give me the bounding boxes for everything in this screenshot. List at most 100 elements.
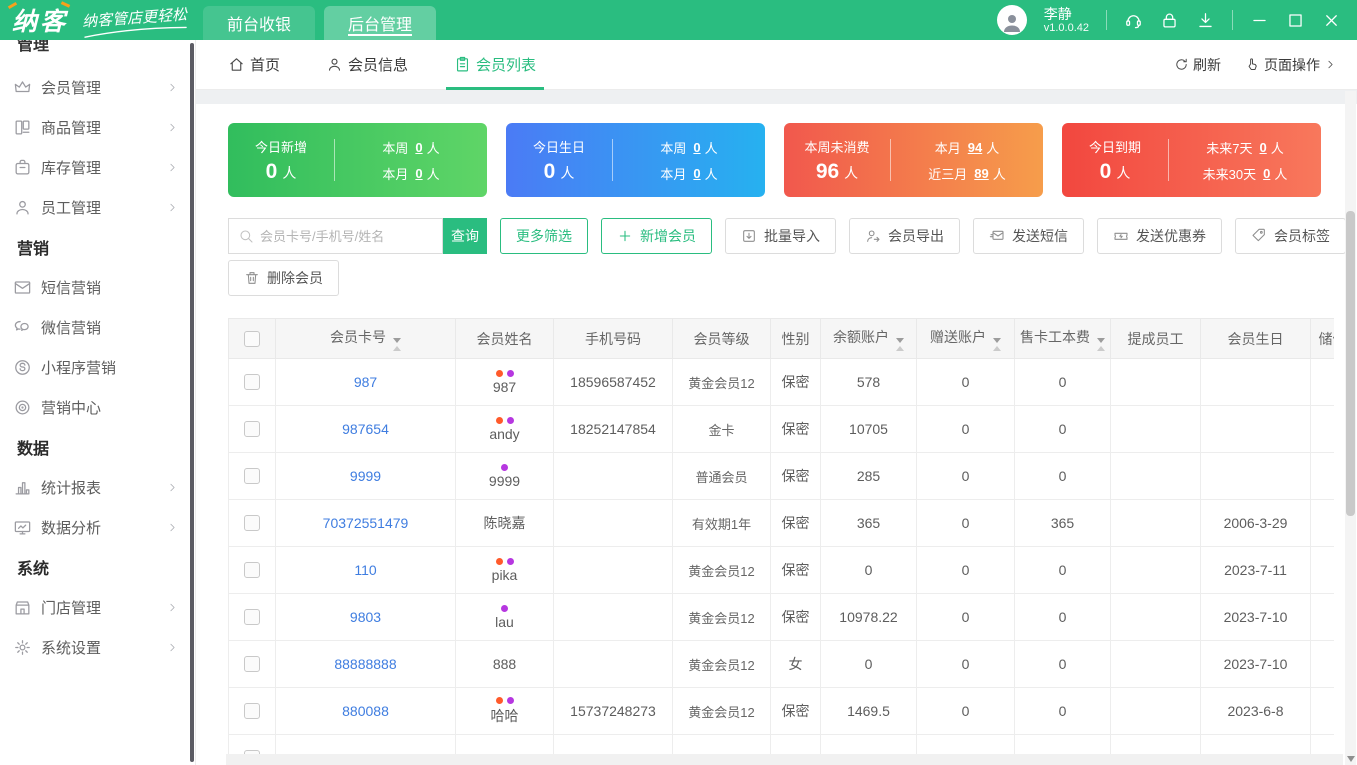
member-card-link[interactable]: 9999 bbox=[350, 468, 381, 484]
sidebar-item-marketing-center[interactable]: 营销中心 bbox=[0, 387, 195, 427]
member-badge-dots bbox=[457, 369, 553, 377]
column-header-card_no: 会员卡号 bbox=[275, 318, 456, 359]
sidebar-item-member-management[interactable]: 会员管理 bbox=[0, 67, 195, 107]
card-stat-link[interactable]: 0 bbox=[693, 140, 700, 155]
minimize-icon bbox=[1253, 19, 1266, 21]
row-checkbox[interactable] bbox=[244, 421, 260, 437]
sidebar-item-label: 短信营销 bbox=[41, 279, 102, 297]
query-button[interactable]: 查询 bbox=[443, 218, 487, 254]
cell-balance: 10978.22 bbox=[820, 593, 917, 641]
column-label: 手机号码 bbox=[585, 330, 641, 347]
user-info[interactable]: 李静 v1.0.0.42 bbox=[1044, 6, 1089, 35]
header-tab-back-management[interactable]: 后台管理 bbox=[324, 6, 437, 40]
member-card-link[interactable]: 880088 bbox=[342, 703, 389, 719]
refresh-button[interactable]: 刷新 bbox=[1174, 55, 1221, 75]
batch-import-button[interactable]: 批量导入 bbox=[725, 218, 836, 254]
envelope-lines-icon bbox=[989, 230, 1004, 240]
sidebar-item-product-management[interactable]: 商品管理 bbox=[0, 107, 195, 147]
row-checkbox[interactable] bbox=[244, 656, 260, 672]
send-coupon-button[interactable]: 发送优惠券 bbox=[1097, 218, 1222, 254]
sort-icon[interactable] bbox=[1097, 337, 1105, 351]
member-card-link[interactable]: 9803 bbox=[350, 609, 381, 625]
card-stat-link[interactable]: 0 bbox=[415, 140, 422, 155]
sidebar-item-system-settings[interactable]: 系统设置 bbox=[0, 627, 195, 667]
card-stat-link[interactable]: 0 bbox=[1259, 140, 1266, 155]
card-stat-row: 本月 0 人 bbox=[382, 165, 440, 182]
sidebar-item-label: 小程序营销 bbox=[41, 359, 117, 377]
cell-gift: 0 bbox=[916, 358, 1015, 406]
cell-extra bbox=[1310, 499, 1334, 547]
sidebar-item-data-analysis[interactable]: 数据分析 bbox=[0, 507, 195, 547]
chevron-right-icon bbox=[170, 483, 175, 491]
delete-member-button[interactable]: 删除会员 bbox=[228, 260, 339, 296]
member-card-link[interactable]: 987 bbox=[354, 374, 377, 390]
sidebar-item-miniprogram-marketing[interactable]: 小程序营销 bbox=[0, 347, 195, 387]
more-filter-button[interactable]: 更多筛选 bbox=[500, 218, 588, 254]
vertical-scrollbar-track[interactable] bbox=[1345, 91, 1356, 765]
sidebar-item-store-management[interactable]: 门店管理 bbox=[0, 587, 195, 627]
cell-checkbox bbox=[228, 687, 276, 735]
headset-button[interactable] bbox=[1124, 11, 1143, 30]
sort-icon[interactable] bbox=[993, 337, 1001, 351]
column-header-name: 会员姓名 bbox=[455, 318, 554, 359]
minimize-button[interactable] bbox=[1250, 11, 1269, 30]
card-stat-link[interactable]: 0 bbox=[415, 166, 422, 181]
horizontal-scrollbar[interactable] bbox=[226, 754, 1343, 765]
cell-card_no: 987 bbox=[275, 358, 456, 406]
tab-member-list[interactable]: 会员列表 bbox=[446, 40, 545, 90]
card-stat-link[interactable]: 89 bbox=[974, 166, 988, 181]
sidebar-partial-label: 管理 bbox=[17, 40, 50, 53]
sidebar-item-statistics-report[interactable]: 统计报表 bbox=[0, 467, 195, 507]
member-card-link[interactable]: 987654 bbox=[342, 421, 389, 437]
maximize-button[interactable] bbox=[1286, 11, 1305, 30]
cell-level: 有效期1年 bbox=[672, 499, 771, 547]
row-checkbox[interactable] bbox=[244, 468, 260, 484]
member-card-link[interactable]: 110 bbox=[354, 562, 376, 578]
sidebar-item-inventory-management[interactable]: 库存管理 bbox=[0, 147, 195, 187]
member-export-button[interactable]: 会员导出 bbox=[849, 218, 960, 254]
add-member-button[interactable]: 新增会员 bbox=[601, 218, 712, 254]
sidebar-menu: 会员管理 商品管理 库存管理 员工管理 营销 短信营销 微信营销 小程序营销 营销中心 数据 统计报… bbox=[0, 67, 195, 667]
sidebar-item-wechat-marketing[interactable]: 微信营销 bbox=[0, 307, 195, 347]
search-icon bbox=[240, 230, 253, 243]
sort-icon[interactable] bbox=[896, 337, 904, 351]
page-operations-button[interactable]: 页面操作 bbox=[1245, 55, 1337, 75]
row-checkbox[interactable] bbox=[244, 562, 260, 578]
row-checkbox[interactable] bbox=[244, 515, 260, 531]
close-button[interactable] bbox=[1322, 11, 1341, 30]
tab-home[interactable]: 首页 bbox=[228, 40, 280, 89]
member-tag-button[interactable]: 会员标签 bbox=[1235, 218, 1346, 254]
cell-gift: 0 bbox=[916, 593, 1015, 641]
card-stat-link[interactable]: 94 bbox=[968, 140, 982, 155]
row-checkbox[interactable] bbox=[244, 374, 260, 390]
search-input[interactable] bbox=[254, 228, 442, 244]
member-card-link[interactable]: 88888888 bbox=[334, 656, 396, 672]
toolbar-row-1: 查询 更多筛选 新增会员 批量导入 会员导出 发送短信 发送优惠券 会员标签 bbox=[228, 218, 1357, 254]
column-label: 性别 bbox=[781, 330, 810, 347]
header-tab-front-cashier[interactable]: 前台收银 bbox=[203, 6, 316, 40]
download-button[interactable] bbox=[1196, 11, 1215, 30]
sidebar-scrollbar[interactable] bbox=[190, 43, 194, 762]
sidebar-item-staff-management[interactable]: 员工管理 bbox=[0, 187, 195, 227]
sort-icon[interactable] bbox=[393, 337, 401, 351]
select-all-checkbox[interactable] bbox=[244, 330, 260, 347]
send-sms-button[interactable]: 发送短信 bbox=[973, 218, 1084, 254]
member-name: 哈哈 bbox=[490, 707, 519, 724]
row-checkbox[interactable] bbox=[244, 609, 260, 625]
tab-member-info[interactable]: 会员信息 bbox=[326, 40, 408, 89]
cell-gift: 0 bbox=[916, 405, 1015, 453]
cell-level: 黄金会员12 bbox=[672, 593, 771, 641]
cell-checkbox bbox=[228, 452, 276, 500]
avatar[interactable] bbox=[996, 5, 1027, 35]
card-stat-link[interactable]: 0 bbox=[693, 166, 700, 181]
card-stat-link[interactable]: 0 bbox=[1263, 166, 1270, 181]
sidebar-item-sms-marketing[interactable]: 短信营销 bbox=[0, 267, 195, 307]
lock-icon bbox=[1163, 13, 1176, 27]
vertical-scrollbar-thumb[interactable] bbox=[1346, 211, 1355, 516]
row-checkbox[interactable] bbox=[244, 703, 260, 719]
lock-button[interactable] bbox=[1160, 11, 1179, 30]
sidebar-item-label: 营销中心 bbox=[41, 399, 102, 417]
member-card-link[interactable]: 70372551479 bbox=[323, 515, 409, 531]
scrollbar-down-arrow[interactable] bbox=[1347, 756, 1355, 762]
app-tagline: 纳客管店更轻松 bbox=[81, 3, 188, 38]
